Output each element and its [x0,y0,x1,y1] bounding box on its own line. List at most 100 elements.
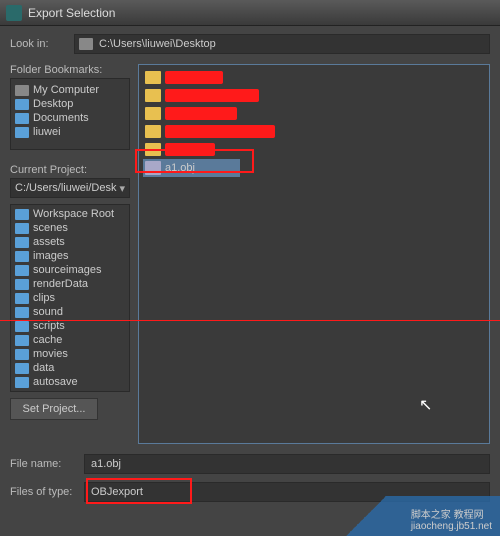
folder-icon [15,279,29,290]
file-row-redacted[interactable] [143,141,485,158]
tree-item-label: images [33,250,68,262]
tree-item-label: assets [33,236,65,248]
tree-item-label: clips [33,292,55,304]
bookmark-liuwei[interactable]: liuwei [13,125,127,139]
folder-icon [145,125,161,138]
folder-icon [15,209,29,220]
tree-item-label: data [33,362,54,374]
current-project-path: C:/Users/liuwei/Desk [15,182,116,194]
tree-item-label: cache [33,334,62,346]
redacted-text [165,107,237,120]
tree-item[interactable]: sourceimages [13,263,127,277]
tree-item-label: renderData [33,278,88,290]
set-project-label: Set Project... [23,403,86,415]
folder-icon [15,377,29,388]
drive-icon [79,38,93,50]
lookin-path-field[interactable]: C:\Users\liuwei\Desktop [74,34,490,54]
tree-item[interactable]: scenes [13,221,127,235]
folder-icon [15,237,29,248]
folder-icon [145,107,161,120]
folder-icon [145,71,161,84]
current-project-title: Current Project: [10,164,130,176]
folder-icon [15,349,29,360]
file-row-redacted[interactable] [143,87,485,104]
folder-icon [15,307,29,318]
set-project-button[interactable]: Set Project... [10,398,98,420]
watermark: 脚本之家 教程网 jiaocheng.jb51.net [320,496,500,536]
tree-item[interactable]: Workspace Root [13,207,127,221]
lookin-row: Look in: C:\Users\liuwei\Desktop [10,34,490,54]
mouse-cursor: ↖ [419,395,432,415]
tree-item[interactable]: cache [13,333,127,347]
obj-file-icon [145,161,161,175]
annotation-line [0,320,500,321]
bookmark-label: liuwei [33,126,61,138]
bookmark-my-computer[interactable]: My Computer [13,83,127,97]
lookin-label: Look in: [10,38,66,50]
folder-icon [15,223,29,234]
tree-item[interactable]: renderData [13,277,127,291]
folder-bookmarks-list[interactable]: My Computer Desktop Documents liuwei [10,78,130,150]
bottom-section: File name: a1.obj Files of type: OBJexpo… [10,454,490,502]
dialog-body: Look in: C:\Users\liuwei\Desktop Folder … [0,26,500,536]
titlebar: Export Selection [0,0,500,26]
tree-item-label: movies [33,348,68,360]
file-row-redacted[interactable] [143,69,485,86]
redacted-text [165,89,259,102]
tree-item-label: sound [33,306,63,318]
filetype-label: Files of type: [10,486,76,498]
watermark-line2: jiaocheng.jb51.net [411,521,492,532]
lookin-path-text: C:\Users\liuwei\Desktop [99,38,216,50]
folder-icon [145,143,161,156]
tree-item[interactable]: data [13,361,127,375]
file-row-redacted[interactable] [143,105,485,122]
redacted-text [165,125,275,138]
folder-icon [15,265,29,276]
file-row-redacted[interactable] [143,123,485,140]
filename-input[interactable]: a1.obj [84,454,490,474]
folder-icon [15,293,29,304]
current-project-section: Current Project: C:/Users/liuwei/Desk ▾ … [10,164,130,392]
folder-icon [15,127,29,138]
current-project-dropdown[interactable]: C:/Users/liuwei/Desk ▾ [10,178,130,198]
file-list-pane[interactable]: a1.obj ↖ [138,64,490,444]
tree-item-label: sourceimages [33,264,101,276]
folder-bookmarks-title: Folder Bookmarks: [10,64,130,76]
bookmark-documents[interactable]: Documents [13,111,127,125]
folder-icon [15,335,29,346]
file-name-text: a1.obj [165,162,195,174]
chevron-down-icon: ▾ [119,182,125,195]
bookmark-label: Documents [33,112,89,124]
app-icon [6,5,22,21]
folder-icon [145,89,161,102]
bookmark-desktop[interactable]: Desktop [13,97,127,111]
window-title: Export Selection [28,6,115,20]
folder-icon [15,321,29,332]
redacted-text [165,71,223,84]
folder-icon [15,99,29,110]
tree-item-label: autosave [33,376,78,388]
tree-item-label: scenes [33,222,68,234]
folder-icon [15,113,29,124]
tree-item[interactable]: images [13,249,127,263]
tree-item[interactable]: sound [13,305,127,319]
tree-item[interactable]: movies [13,347,127,361]
tree-item[interactable]: scripts [13,319,127,333]
left-column: Folder Bookmarks: My Computer Desktop Do… [10,64,130,444]
watermark-line1: 脚本之家 教程网 [411,506,492,521]
folder-icon [15,251,29,262]
tree-item[interactable]: assets [13,235,127,249]
file-row-selected[interactable]: a1.obj [143,159,240,177]
project-tree[interactable]: Workspace Rootscenes assets images sourceim… [10,204,130,392]
bookmark-label: Desktop [33,98,73,110]
folder-icon [15,363,29,374]
mid-area: Folder Bookmarks: My Computer Desktop Do… [10,64,490,444]
filetype-value: OBJexport [91,486,143,498]
redacted-text [165,143,215,156]
tree-item[interactable]: autosave [13,375,127,389]
tree-item[interactable]: clips [13,291,127,305]
filename-value: a1.obj [91,458,121,470]
filename-label: File name: [10,458,76,470]
monitor-icon [15,85,29,96]
tree-item-label: scripts [33,320,65,332]
